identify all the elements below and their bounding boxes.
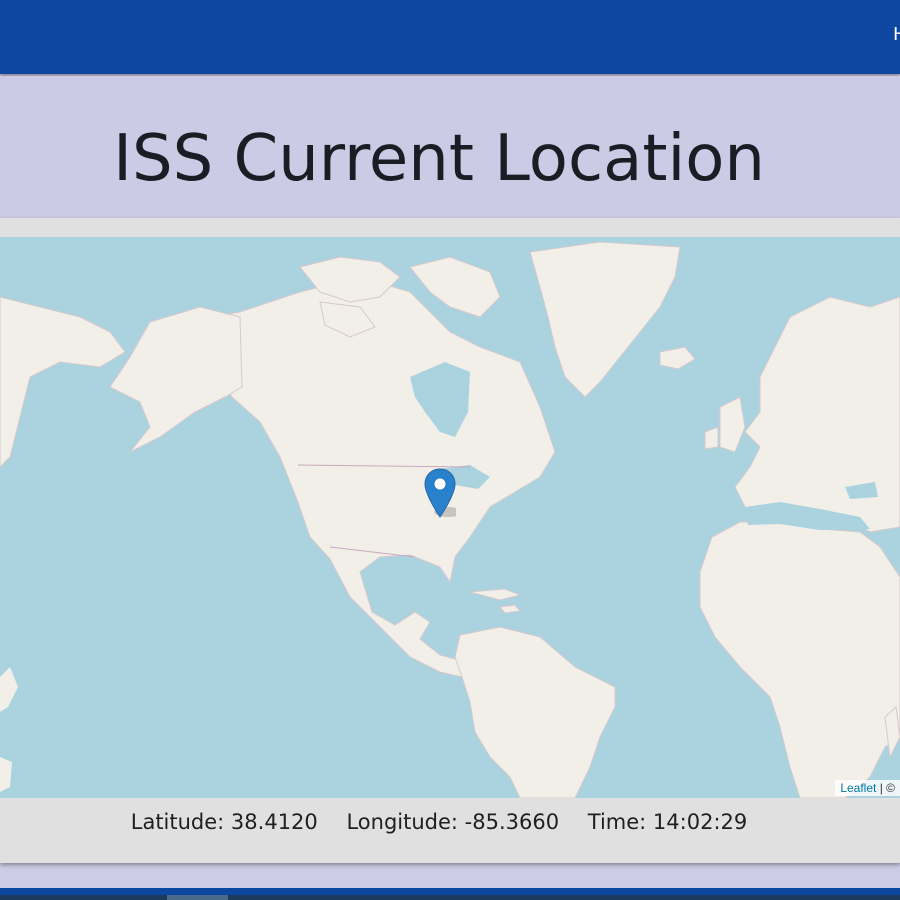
- nav-link-home[interactable]: H: [893, 24, 900, 45]
- time-value: Time: 14:02:29: [587, 810, 748, 834]
- taskbar-strip: [0, 895, 900, 900]
- top-navbar: H: [0, 0, 900, 74]
- iss-readout: Latitude: 38.4120 Longitude: -85.3660 Ti…: [0, 810, 878, 834]
- attribution-rest: | ©: [876, 781, 895, 795]
- leaflet-link[interactable]: Leaflet: [840, 781, 876, 795]
- page-title: ISS Current Location: [113, 122, 765, 196]
- map-pin-icon[interactable]: [424, 468, 456, 518]
- taskbar-tab[interactable]: [167, 895, 228, 900]
- map-attribution: Leaflet | ©: [835, 780, 900, 796]
- latitude-value: Latitude: 38.4120: [130, 810, 318, 834]
- longitude-value: Longitude: -85.3660: [346, 810, 560, 834]
